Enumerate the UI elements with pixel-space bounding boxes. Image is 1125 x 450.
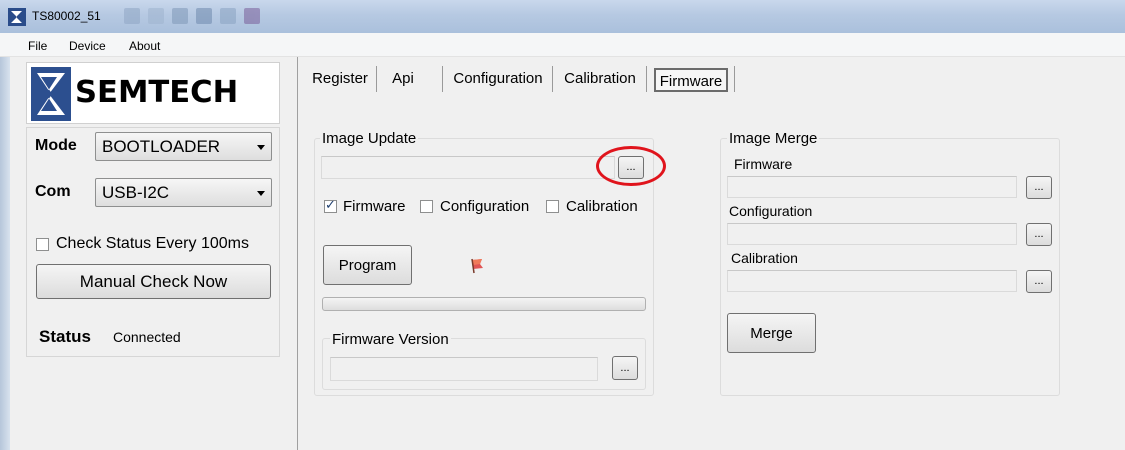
program-progress-bar xyxy=(322,297,646,311)
image-path-field[interactable] xyxy=(321,156,615,179)
toolbar-icon xyxy=(220,8,236,24)
merge-calibration-browse-button[interactable]: ... xyxy=(1026,270,1052,293)
com-label: Com xyxy=(35,183,71,200)
image-merge-title: Image Merge xyxy=(727,130,820,147)
calibration-checkbox-label: Calibration xyxy=(566,198,638,215)
status-value: Connected xyxy=(113,329,181,345)
check-status-checkbox[interactable] xyxy=(36,238,49,251)
menu-bar: File Device About xyxy=(0,33,1125,57)
merge-configuration-field[interactable] xyxy=(727,223,1017,245)
manual-check-button[interactable]: Manual Check Now xyxy=(36,264,271,299)
tab-separator xyxy=(442,66,443,92)
firmware-checkbox[interactable] xyxy=(324,198,337,213)
semtech-logo-mark xyxy=(31,67,71,121)
com-select-value: USB-I2C xyxy=(102,183,170,202)
status-label: Status xyxy=(39,327,91,346)
title-bar: TS80002_51 xyxy=(0,0,1125,33)
firmware-version-browse-button[interactable]: ... xyxy=(612,356,638,380)
menu-file[interactable]: File xyxy=(28,39,47,53)
window-frame-edge xyxy=(0,57,10,450)
chevron-down-icon xyxy=(257,145,265,150)
configuration-checkbox[interactable] xyxy=(420,200,433,213)
image-update-title: Image Update xyxy=(320,130,419,147)
tab-separator xyxy=(552,66,553,92)
menu-about[interactable]: About xyxy=(129,39,160,53)
highlight-circle xyxy=(596,146,666,186)
program-button[interactable]: Program xyxy=(323,245,412,285)
toolbar-icon xyxy=(124,8,140,24)
tab-calibration[interactable]: Calibration xyxy=(562,62,638,94)
merge-configuration-label: Configuration xyxy=(729,203,813,219)
tab-separator xyxy=(376,66,377,92)
toolbar-icon xyxy=(148,8,164,24)
mode-label: Mode xyxy=(35,137,77,154)
merge-firmware-browse-button[interactable]: ... xyxy=(1026,176,1052,199)
tab-api[interactable]: Api xyxy=(388,62,418,94)
chevron-down-icon xyxy=(257,191,265,196)
tab-separator xyxy=(734,66,735,92)
firmware-version-title: Firmware Version xyxy=(330,331,451,348)
mode-select[interactable]: BOOTLOADER xyxy=(95,132,272,161)
firmware-version-field[interactable] xyxy=(330,357,598,381)
quick-access-toolbar xyxy=(124,4,260,28)
tab-firmware[interactable]: Firmware xyxy=(654,68,728,92)
check-status-label: Check Status Every 100ms xyxy=(56,235,249,252)
app-icon xyxy=(8,8,26,26)
flag-icon xyxy=(471,258,483,274)
menu-device[interactable]: Device xyxy=(69,39,106,53)
calibration-checkbox[interactable] xyxy=(546,200,559,213)
tab-register[interactable]: Register xyxy=(310,62,370,94)
tab-configuration[interactable]: Configuration xyxy=(452,62,544,94)
merge-calibration-field[interactable] xyxy=(727,270,1017,292)
logo-wordmark: SEMTECH xyxy=(75,75,239,110)
app-window: TS80002_51 File Device About SEMTECH Mod… xyxy=(0,0,1125,450)
semtech-logo: SEMTECH xyxy=(26,62,280,124)
merge-firmware-label: Firmware xyxy=(734,156,793,172)
merge-configuration-browse-button[interactable]: ... xyxy=(1026,223,1052,246)
merge-firmware-field[interactable] xyxy=(727,176,1017,198)
window-title: TS80002_51 xyxy=(32,9,101,23)
toolbar-icon xyxy=(196,8,212,24)
toolbar-icon xyxy=(244,8,260,24)
firmware-checkbox-label: Firmware xyxy=(343,198,406,215)
tab-separator xyxy=(646,66,647,92)
configuration-checkbox-label: Configuration xyxy=(440,198,530,215)
toolbar-icon xyxy=(172,8,188,24)
merge-button[interactable]: Merge xyxy=(727,313,816,353)
connection-panel: Mode BOOTLOADER Com USB-I2C Check Status… xyxy=(26,127,280,357)
mode-select-value: BOOTLOADER xyxy=(102,137,221,156)
merge-calibration-label: Calibration xyxy=(731,250,798,266)
com-select[interactable]: USB-I2C xyxy=(95,178,272,207)
content-divider xyxy=(297,57,298,450)
